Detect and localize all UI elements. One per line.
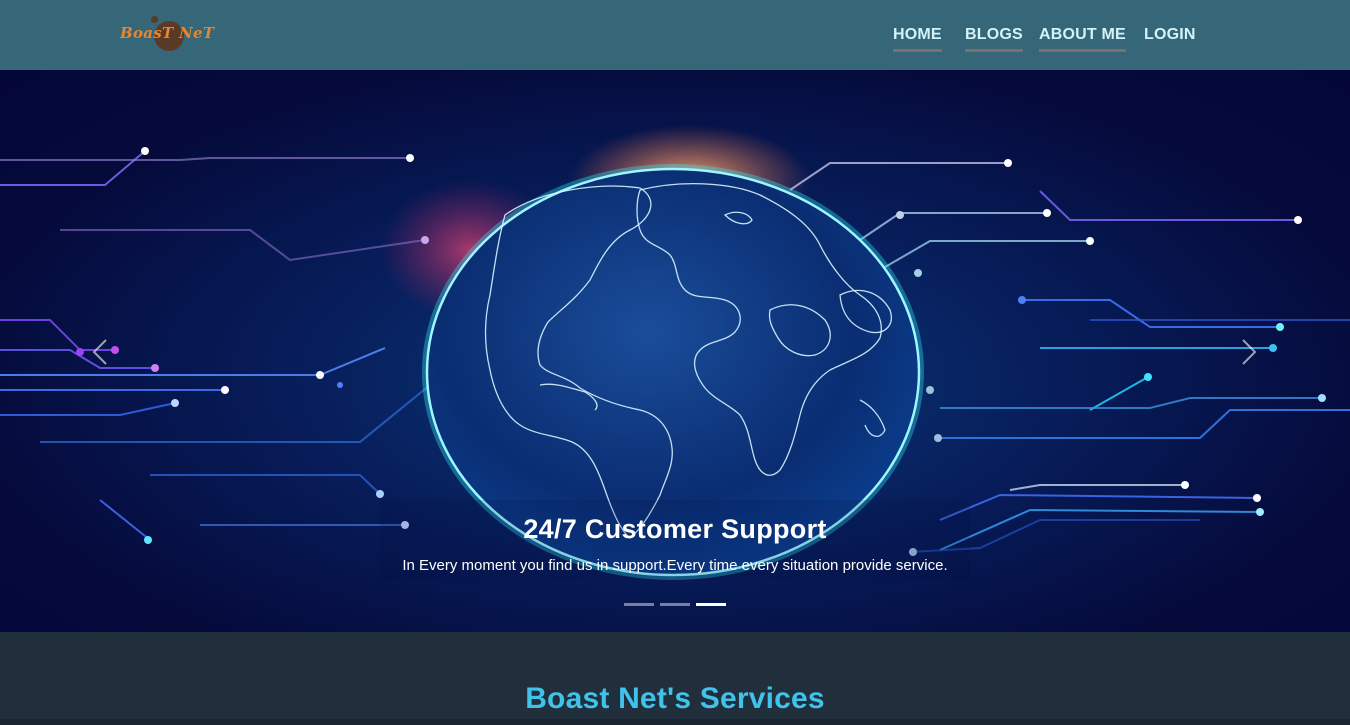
navbar: BoasT NeT HOME BLOGS ABOUT ME LOGIN (0, 0, 1350, 70)
carousel-indicator-3[interactable] (696, 603, 726, 606)
page-bottom-strip (0, 719, 1350, 725)
carousel-indicator-2[interactable] (660, 603, 690, 606)
slide-caption-title: 24/7 Customer Support (523, 514, 827, 544)
hero-background-image (0, 125, 1350, 580)
nav-home[interactable]: HOME (893, 26, 942, 52)
carousel-next-button[interactable] (1233, 337, 1263, 367)
main-nav: HOME BLOGS ABOUT ME LOGIN (0, 0, 1350, 70)
nav-blogs[interactable]: BLOGS (965, 26, 1023, 52)
carousel-indicator-1[interactable] (624, 603, 654, 606)
services-heading: Boast Net's Services (525, 682, 825, 715)
slide-caption-text: In Every moment you find us in support.E… (402, 557, 948, 574)
nav-login[interactable]: LOGIN (1144, 26, 1196, 49)
carousel-indicators (624, 603, 734, 607)
carousel-prev-button[interactable] (86, 337, 116, 367)
hero-carousel: 24/7 Customer Support In Every moment yo… (0, 70, 1350, 632)
chevron-left-icon (92, 339, 107, 365)
chevron-right-icon (1242, 339, 1257, 365)
nav-about-me[interactable]: ABOUT ME (1039, 26, 1126, 52)
